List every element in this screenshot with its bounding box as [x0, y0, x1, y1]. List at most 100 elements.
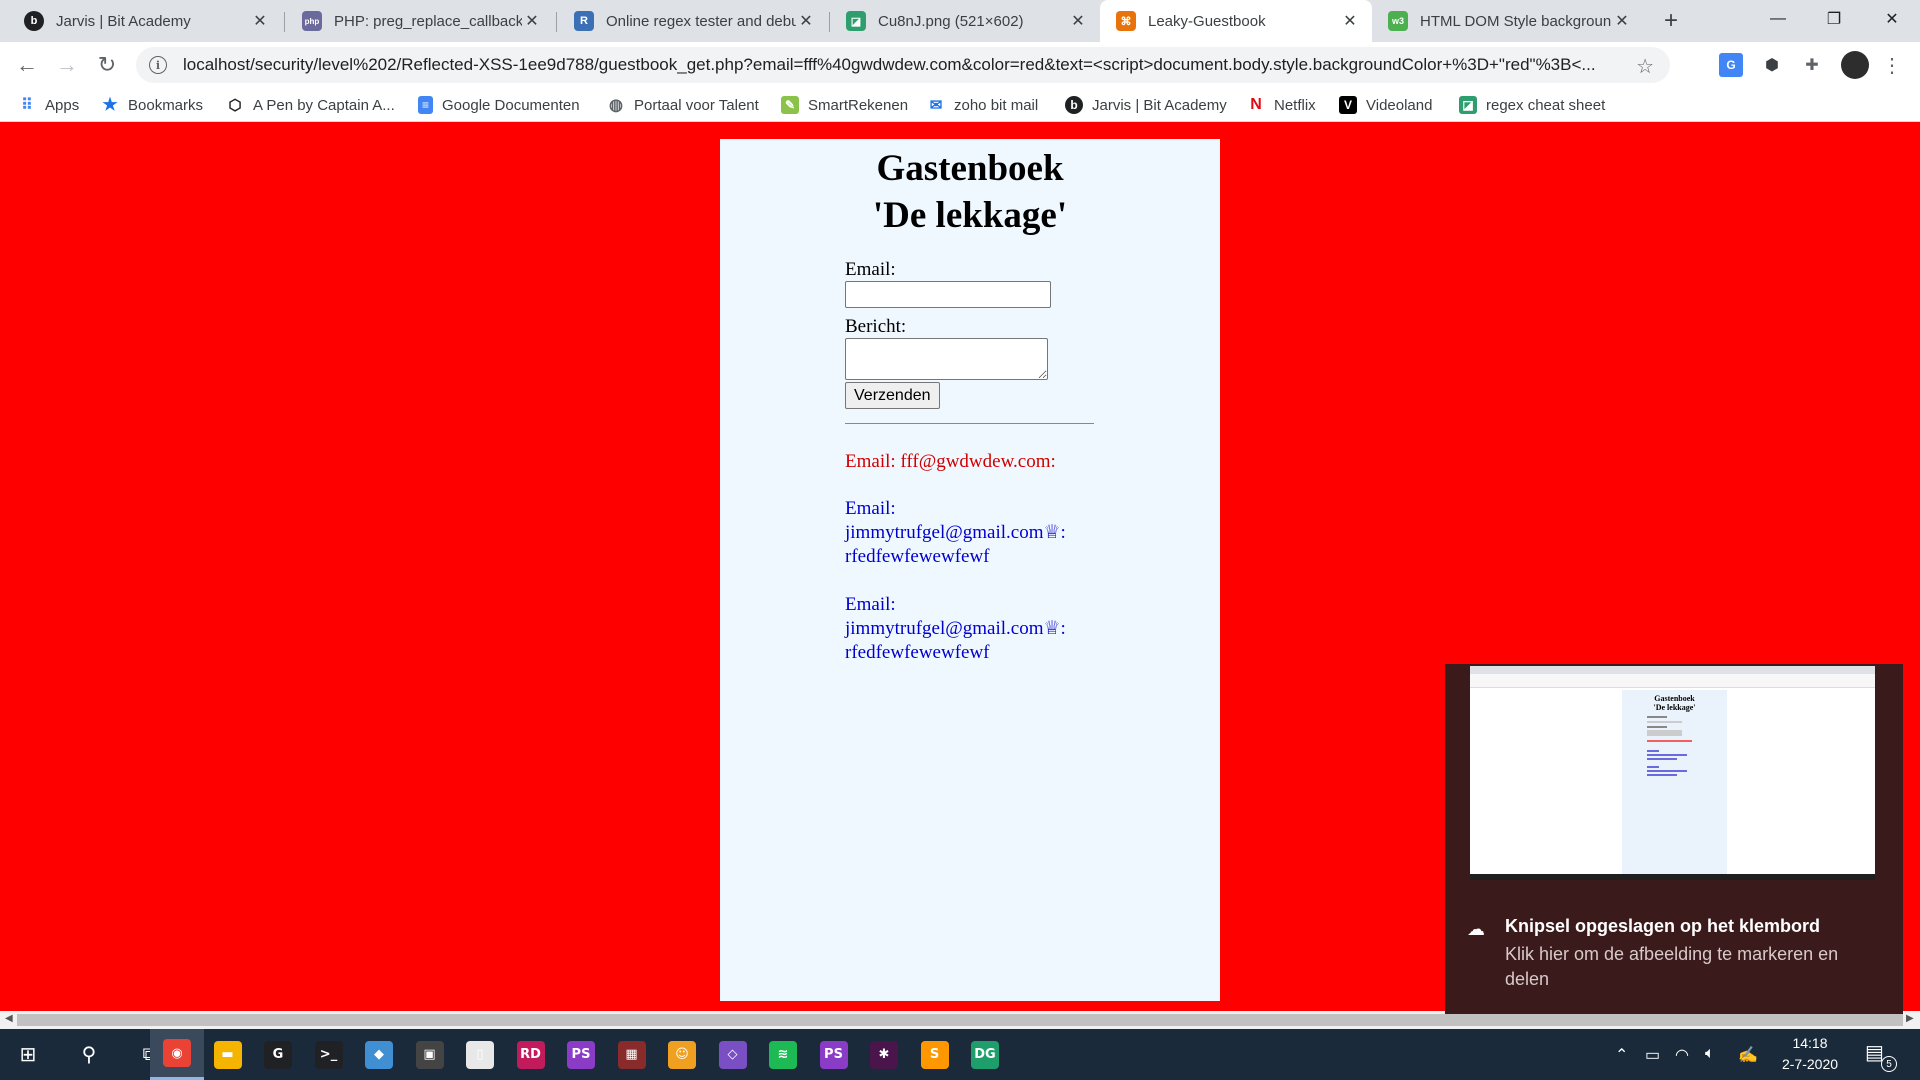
page-title: Gastenboek 'De lekkage': [720, 145, 1220, 239]
close-window-button[interactable]: ✕: [1864, 0, 1920, 38]
chrome-menu-icon[interactable]: ⋮: [1880, 53, 1904, 77]
system-clock[interactable]: 14:18 2-7-2020: [1770, 1033, 1850, 1075]
taskbar-app-notepad[interactable]: ▯: [453, 1029, 507, 1080]
logitech-g-hub-icon: G: [264, 1040, 292, 1069]
tab-title: PHP: preg_replace_callback -: [334, 12, 522, 30]
tab-strip: b Jarvis | Bit Academy ✕ php PHP: preg_r…: [0, 0, 1920, 42]
guestbook-form: Email: Bericht: Verzenden: [845, 259, 1105, 409]
site-info-icon[interactable]: i: [149, 56, 167, 74]
tab-jarvis[interactable]: b Jarvis | Bit Academy ✕: [8, 0, 282, 42]
snip-sketch-icon: ☁: [1467, 919, 1485, 939]
taskbar-app-datagrip[interactable]: DG: [958, 1029, 1012, 1080]
close-icon[interactable]: ✕: [1612, 11, 1632, 31]
bookmark-bookmarks[interactable]: ★ Bookmarks: [101, 94, 203, 116]
taskbar-app-slack[interactable]: ✱: [857, 1029, 911, 1080]
submit-button[interactable]: Verzenden: [845, 382, 940, 409]
taskbar-app-winrar[interactable]: ▦: [605, 1029, 659, 1080]
bookmark-netflix[interactable]: N Netflix: [1247, 94, 1315, 116]
taskbar-app-discord[interactable]: ☺: [655, 1029, 709, 1080]
address-bar[interactable]: i localhost/security/level%202/Reflected…: [136, 47, 1670, 83]
tab-separator: [284, 12, 285, 32]
divider: [845, 423, 1094, 424]
scrollbar-thumb[interactable]: [17, 1014, 1903, 1026]
restore-button[interactable]: ❐: [1806, 0, 1862, 38]
taskbar-app-sublime-text[interactable]: S: [908, 1029, 962, 1080]
message-textarea[interactable]: [845, 338, 1048, 380]
bookmark-label: Apps: [45, 96, 80, 114]
bookmark-zoho[interactable]: ✉ zoho bit mail: [927, 94, 1039, 116]
minimize-button[interactable]: —: [1750, 0, 1806, 38]
battery-icon[interactable]: ▭: [1645, 1045, 1660, 1065]
tab-leaky-guestbook[interactable]: ⌘ Leaky-Guestbook ✕: [1100, 0, 1372, 42]
bit-academy-icon: b: [1065, 96, 1083, 114]
bookmark-star-icon[interactable]: ☆: [1636, 54, 1654, 79]
scroll-right-icon[interactable]: ▶: [1906, 1013, 1914, 1024]
extensions-puzzle-icon[interactable]: ✚: [1800, 53, 1824, 77]
bookmark-regex-cheat-sheet[interactable]: ◪ regex cheat sheet: [1459, 94, 1605, 116]
tab-regex101[interactable]: R Online regex tester and debu ✕: [558, 0, 828, 42]
taskbar-app-game-controller[interactable]: ▣: [403, 1029, 457, 1080]
bookmark-label: Bookmarks: [128, 96, 204, 114]
taskbar-app-phpstorm[interactable]: PS: [554, 1029, 608, 1080]
wifi-icon[interactable]: ◠: [1675, 1045, 1689, 1065]
bookmark-codepen[interactable]: ⬡ A Pen by Captain A...: [226, 94, 394, 116]
close-icon[interactable]: ✕: [250, 11, 270, 31]
email-label: Email:: [845, 259, 896, 280]
close-icon[interactable]: ✕: [522, 11, 542, 31]
extension-cube-icon[interactable]: ⬢: [1760, 53, 1784, 77]
action-center-button[interactable]: ▤ 5: [1865, 1040, 1897, 1072]
bookmark-apps[interactable]: ⠿ Apps: [18, 94, 79, 116]
tab-image[interactable]: ◪ Cu8nJ.png (521×602) ✕: [830, 0, 1100, 42]
entry-email-label: Email:: [845, 594, 896, 615]
close-icon[interactable]: ✕: [796, 11, 816, 31]
thumbnail-toolbar: [1470, 674, 1875, 688]
email-field[interactable]: [845, 281, 1051, 308]
forward-button[interactable]: →: [51, 49, 83, 81]
google-translate-icon[interactable]: G: [1719, 53, 1743, 77]
videoland-icon: V: [1339, 96, 1357, 114]
taskbar-app-phpstorm-2[interactable]: PS: [807, 1029, 861, 1080]
taskbar-app-rider[interactable]: RD: [504, 1029, 558, 1080]
back-button[interactable]: ←: [11, 49, 43, 81]
pen-icon[interactable]: ✍: [1738, 1045, 1758, 1065]
taskbar-app-terminal[interactable]: >_: [302, 1029, 356, 1080]
show-hidden-icons[interactable]: ⌃: [1615, 1045, 1628, 1065]
bookmark-google-docs[interactable]: ≡ Google Documenten: [418, 94, 580, 116]
url-text[interactable]: localhost/security/level%202/Reflected-X…: [183, 55, 1623, 75]
mail-icon: ✉: [929, 97, 943, 114]
bookmark-label: SmartRekenen: [808, 96, 909, 114]
phpstorm-icon: PS: [567, 1040, 595, 1069]
bookmark-jarvis[interactable]: b Jarvis | Bit Academy: [1065, 94, 1227, 116]
xampp-icon: ⌘: [1116, 11, 1136, 31]
bookmark-label: Portaal voor Talent: [634, 96, 759, 114]
profile-avatar[interactable]: [1841, 51, 1869, 79]
start-button[interactable]: ⊞: [0, 1029, 56, 1080]
taskbar-app-git-kraken[interactable]: ◆: [352, 1029, 406, 1080]
bookmark-portaal[interactable]: ◍ Portaal voor Talent: [607, 94, 759, 116]
apps-grid-icon: ⠿: [21, 97, 33, 114]
volume-icon[interactable]: 🔈︎: [1705, 1045, 1715, 1063]
bookmark-videoland[interactable]: V Videoland: [1339, 94, 1432, 116]
taskbar-app-visual-studio[interactable]: ◇: [706, 1029, 760, 1080]
thumbnail-line: [1647, 766, 1659, 768]
snip-thumbnail[interactable]: Gastenboek 'De lekkage': [1470, 666, 1875, 880]
notification-badge: 5: [1881, 1056, 1897, 1072]
tab-w3schools[interactable]: w3 HTML DOM Style backgroun ✕: [1372, 0, 1644, 42]
taskbar-app-logitech-g-hub[interactable]: G: [251, 1029, 305, 1080]
bookmark-label: Google Documenten: [442, 96, 580, 114]
scroll-left-icon[interactable]: ◀: [5, 1013, 13, 1024]
snip-notification-toast[interactable]: Gastenboek 'De lekkage' ☁ Knipsel opgesl…: [1445, 664, 1903, 1014]
windows-taskbar: ⊞ ⚲ ⧉ ◉ ▬ G >_ ◆ ▣ ▯ RD PS ▦ ☺ ◇ ≋ PS ✱ S DG ⌃ ▭ ◠ 🔈︎ ✍ …: [0, 1029, 1920, 1080]
title-line-2: 'De lekkage': [872, 195, 1068, 236]
reload-button[interactable]: ↻: [91, 49, 123, 81]
tab-php[interactable]: php PHP: preg_replace_callback - ✕: [286, 0, 554, 42]
close-icon[interactable]: ✕: [1068, 11, 1088, 31]
bookmark-smartrekenen[interactable]: ✎ SmartRekenen: [781, 94, 908, 116]
taskbar-app-chrome[interactable]: ◉: [150, 1029, 204, 1080]
taskbar-app-file-explorer[interactable]: ▬: [201, 1029, 255, 1080]
taskbar-app-spotify[interactable]: ≋: [756, 1029, 810, 1080]
tab-title: Cu8nJ.png (521×602): [878, 12, 1024, 30]
new-tab-button[interactable]: +: [1656, 6, 1686, 36]
search-button[interactable]: ⚲: [62, 1029, 116, 1080]
close-icon[interactable]: ✕: [1340, 11, 1360, 31]
